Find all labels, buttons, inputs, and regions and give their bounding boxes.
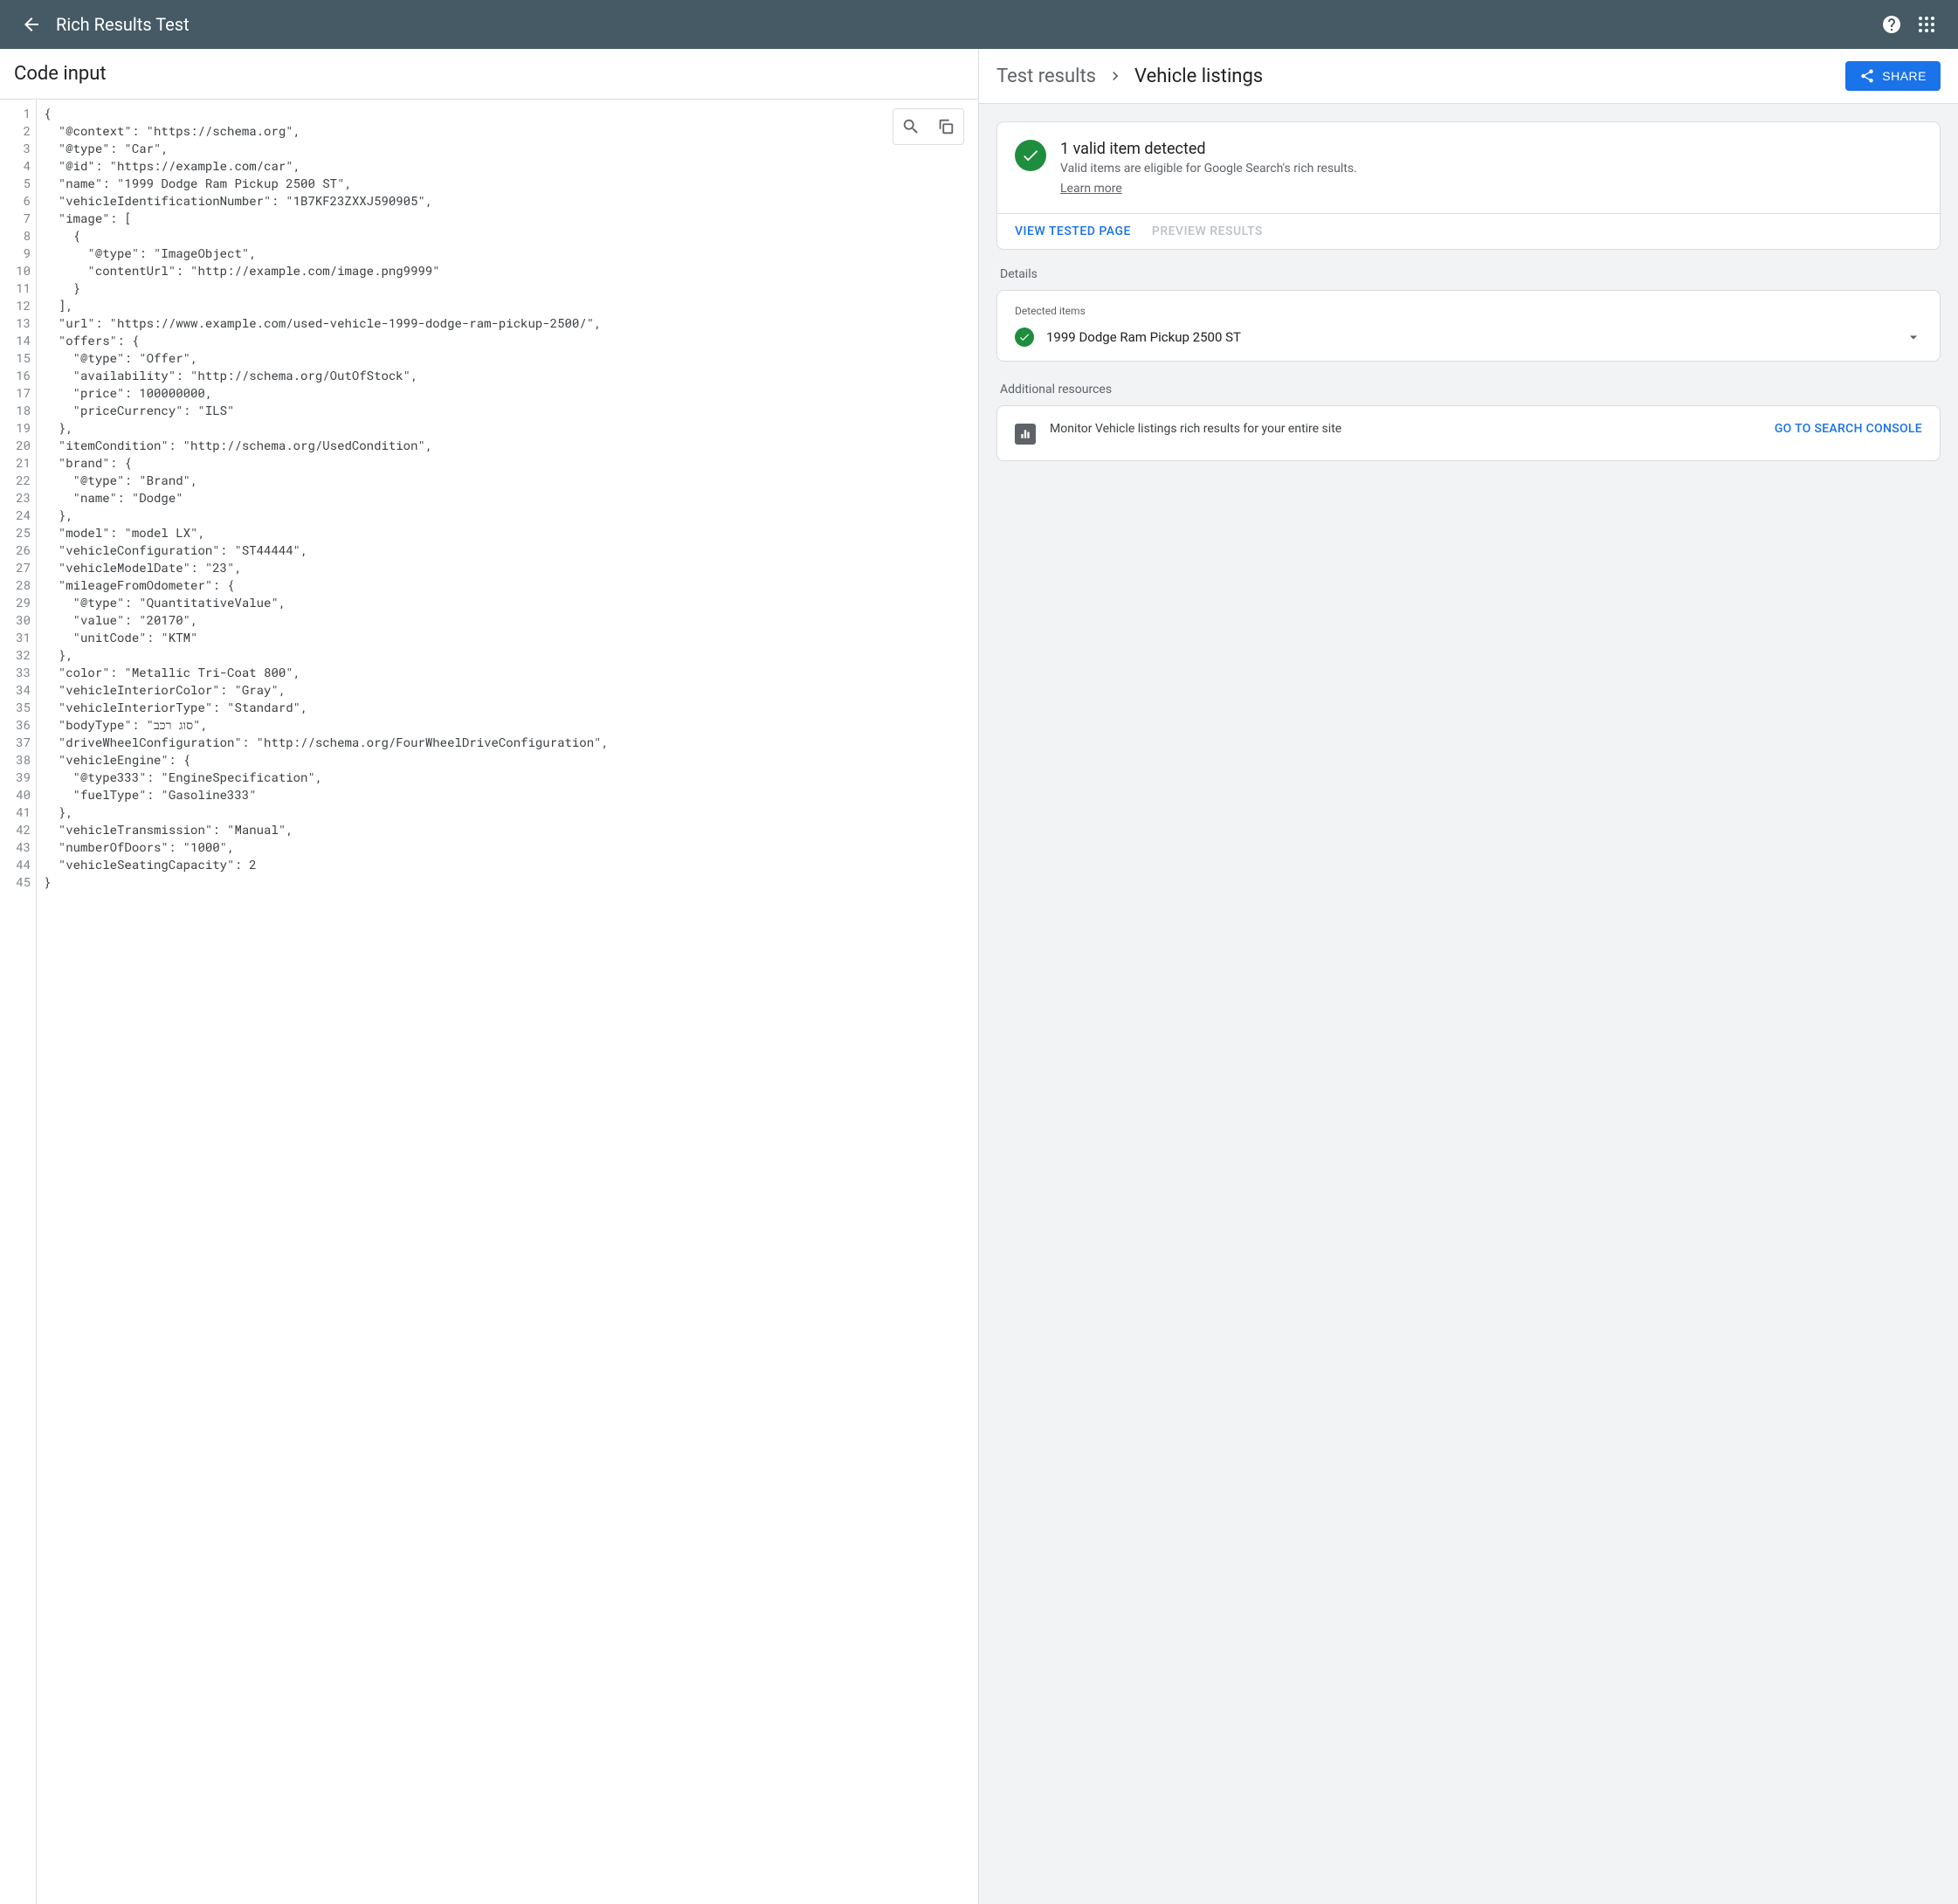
breadcrumb-current: Vehicle listings <box>1134 66 1263 87</box>
copy-code-button[interactable] <box>930 111 962 142</box>
apps-button[interactable] <box>1909 7 1944 42</box>
status-headline: 1 valid item detected <box>1060 140 1357 158</box>
chevron-right-icon <box>1107 67 1124 85</box>
help-button[interactable] <box>1874 7 1909 42</box>
detected-items-card: Detected items 1999 Dodge Ram Pickup 250… <box>996 290 1941 362</box>
breadcrumb-root[interactable]: Test results <box>996 66 1096 87</box>
bar-chart-icon <box>1015 424 1036 445</box>
back-button[interactable] <box>14 7 49 42</box>
status-card: 1 valid item detected Valid items are el… <box>996 121 1941 250</box>
chevron-down-icon <box>1905 328 1922 346</box>
code-toolbar <box>893 108 964 145</box>
app-title: Rich Results Test <box>56 14 190 35</box>
share-label: SHARE <box>1882 69 1927 83</box>
app-header: Rich Results Test <box>0 0 1958 49</box>
resource-text: Monitor Vehicle listings rich results fo… <box>1050 422 1761 436</box>
check-circle-icon <box>1015 140 1046 171</box>
detected-item-name: 1999 Dodge Ram Pickup 2500 ST <box>1046 329 1893 345</box>
code-editor[interactable]: 1234567891011121314151617181920212223242… <box>0 99 978 1904</box>
results-header: Test results Vehicle listings SHARE <box>979 49 1958 104</box>
detected-item-row[interactable]: 1999 Dodge Ram Pickup 2500 ST <box>1015 328 1922 347</box>
share-button[interactable]: SHARE <box>1845 61 1941 91</box>
view-tested-page-button[interactable]: VIEW TESTED PAGE <box>1015 224 1131 238</box>
learn-more-link[interactable]: Learn more <box>1060 182 1122 196</box>
line-gutter: 1234567891011121314151617181920212223242… <box>0 100 37 1904</box>
detected-items-label: Detected items <box>1015 305 1922 317</box>
code-content[interactable]: { "@context": "https://schema.org", "@ty… <box>37 100 978 1904</box>
details-label: Details <box>1000 267 1941 281</box>
code-input-title: Code input <box>0 49 978 99</box>
preview-results-button: PREVIEW RESULTS <box>1152 224 1263 238</box>
results-panel: Test results Vehicle listings SHARE 1 va <box>979 49 1958 1904</box>
check-icon <box>1015 328 1034 347</box>
go-to-search-console-link[interactable]: GO TO SEARCH CONSOLE <box>1775 422 1922 436</box>
breadcrumb: Test results Vehicle listings <box>996 66 1263 87</box>
code-input-panel: Code input 12345678910111213141516171819… <box>0 49 979 1904</box>
status-subtext: Valid items are eligible for Google Sear… <box>1060 162 1357 176</box>
share-icon <box>1859 68 1875 84</box>
resource-card: Monitor Vehicle listings rich results fo… <box>996 405 1941 461</box>
search-code-button[interactable] <box>895 111 927 142</box>
additional-resources-label: Additional resources <box>1000 383 1941 397</box>
